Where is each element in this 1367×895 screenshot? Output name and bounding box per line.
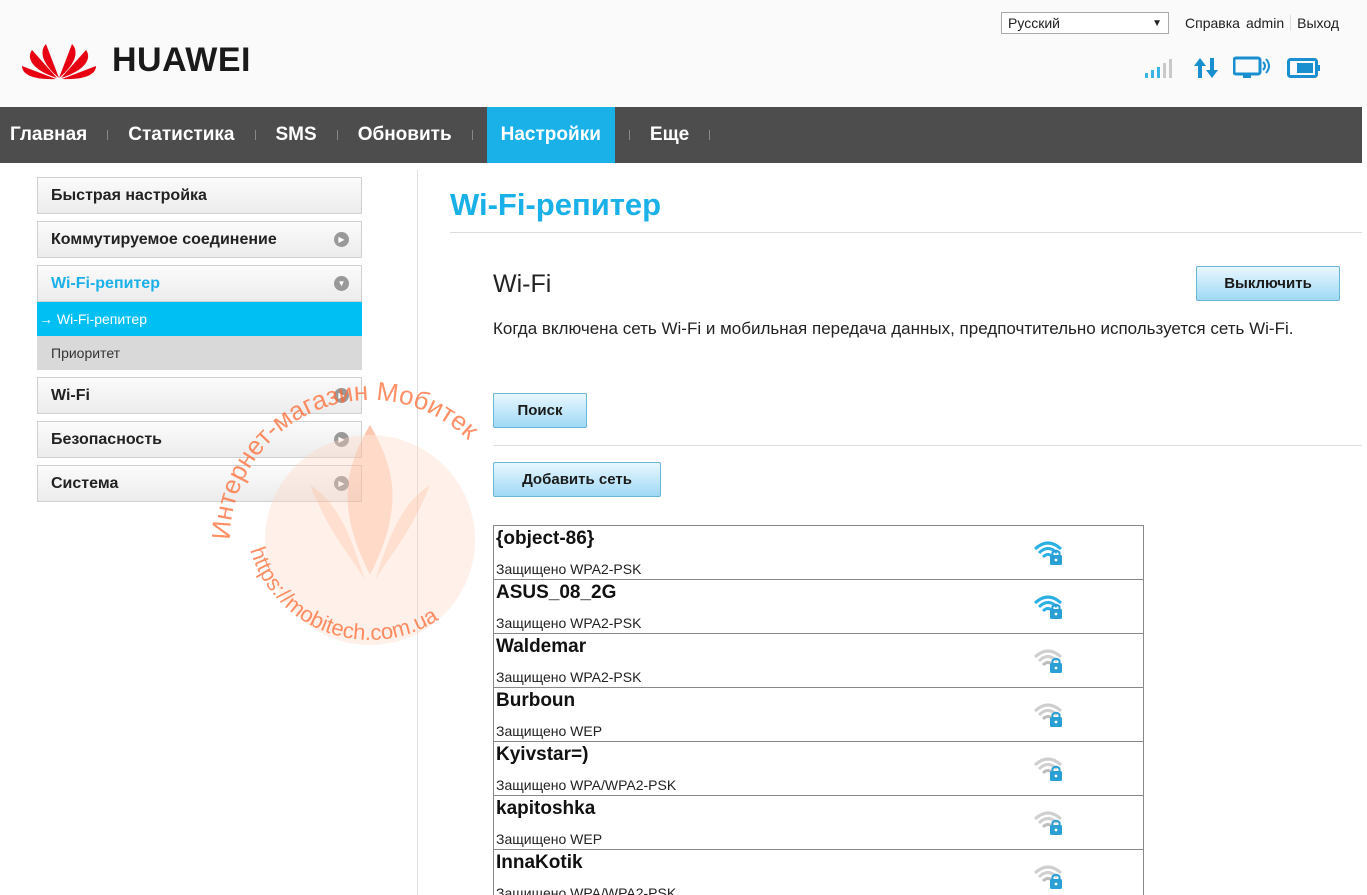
wifi-lock-icon bbox=[1033, 645, 1067, 680]
chevron-right-icon: ▶ bbox=[334, 476, 349, 491]
sidebar-item-quick-setup[interactable]: Быстрая настройка bbox=[37, 177, 362, 214]
svg-text:https://mobitech.com.ua: https://mobitech.com.ua bbox=[245, 543, 442, 645]
chevron-right-icon: ▶ bbox=[334, 388, 349, 403]
network-list: {object-86} Защищено WPA2-PSK ASUS_08_2G За… bbox=[493, 525, 1144, 895]
sidebar-item-label: Безопасность bbox=[51, 430, 162, 448]
network-ssid: Burboun bbox=[496, 690, 576, 711]
network-ssid: Waldemar bbox=[496, 636, 587, 657]
huawei-logo[interactable]: HUAWEI bbox=[18, 40, 251, 80]
sidebar-item-wifi-repeater[interactable]: Wi-Fi-репитер ▼ bbox=[37, 265, 362, 302]
network-row[interactable]: ASUS_08_2G Защищено WPA2-PSK bbox=[494, 580, 1143, 634]
network-row[interactable]: {object-86} Защищено WPA2-PSK bbox=[494, 526, 1143, 580]
main-nav: Главная Статистика SMS Обновить Настройк… bbox=[0, 107, 1362, 163]
section-divider bbox=[493, 445, 1362, 446]
network-ssid: {object-86} bbox=[496, 528, 595, 549]
wifi-lock-icon bbox=[1033, 699, 1067, 734]
search-button[interactable]: Поиск bbox=[493, 393, 587, 428]
network-row[interactable]: InnaKotik Защищено WPA/WPA2-PSK bbox=[494, 850, 1143, 895]
nav-settings[interactable]: Настройки bbox=[486, 107, 615, 163]
sidebar-item-wifi[interactable]: Wi-Fi ▶ bbox=[37, 377, 362, 414]
user-link[interactable]: admin bbox=[1246, 15, 1284, 31]
network-security: Защищено WEP bbox=[496, 723, 603, 739]
network-security: Защищено WPA2-PSK bbox=[496, 669, 642, 685]
network-row[interactable]: Burboun Защищено WEP bbox=[494, 688, 1143, 742]
nav-more[interactable]: Еще bbox=[644, 107, 695, 163]
network-ssid: InnaKotik bbox=[496, 852, 583, 873]
nav-separator bbox=[254, 130, 256, 140]
nav-separator bbox=[628, 130, 630, 140]
header: HUAWEI Русский ▼ Справка admin Выход bbox=[0, 0, 1367, 107]
settings-sidebar: Быстрая настройка Коммутируемое соединен… bbox=[37, 177, 362, 509]
status-icons bbox=[1145, 56, 1321, 85]
nav-update[interactable]: Обновить bbox=[352, 107, 458, 163]
sidebar-subitem-priority[interactable]: Приоритет bbox=[37, 336, 362, 370]
turn-off-button[interactable]: Выключить bbox=[1196, 266, 1340, 301]
network-security: Защищено WPA2-PSK bbox=[496, 615, 642, 631]
add-network-button[interactable]: Добавить сеть bbox=[493, 462, 661, 497]
watermark-bottom-text: https://mobitech.com.ua bbox=[245, 543, 442, 645]
wifi-display-icon bbox=[1232, 56, 1273, 85]
wifi-lock-icon bbox=[1033, 807, 1067, 842]
wifi-lock-icon bbox=[1033, 753, 1067, 788]
wifi-lock-icon bbox=[1033, 861, 1067, 895]
language-value: Русский bbox=[1008, 15, 1060, 31]
nav-sms[interactable]: SMS bbox=[270, 107, 323, 163]
description-text: Когда включена сеть Wi-Fi и мобильная пе… bbox=[493, 319, 1294, 338]
huawei-petal-icon bbox=[22, 44, 96, 80]
network-ssid: Kyivstar=) bbox=[496, 744, 589, 765]
network-ssid: ASUS_08_2G bbox=[496, 582, 617, 603]
top-bar: Русский ▼ Справка admin Выход bbox=[1001, 12, 1339, 34]
network-row[interactable]: Kyivstar=) Защищено WPA/WPA2-PSK bbox=[494, 742, 1143, 796]
content-divider bbox=[417, 170, 418, 895]
brand-name: HUAWEI bbox=[112, 40, 251, 79]
network-security: Защищено WPA/WPA2-PSK bbox=[496, 777, 677, 793]
wifi-lock-icon bbox=[1033, 537, 1067, 572]
page-title: Wi-Fi-репитер bbox=[450, 187, 662, 222]
logout-link[interactable]: Выход bbox=[1290, 15, 1339, 31]
nav-home[interactable]: Главная bbox=[4, 107, 93, 163]
network-security: Защищено WPA2-PSK bbox=[496, 561, 642, 577]
network-row[interactable]: Waldemar Защищено WPA2-PSK bbox=[494, 634, 1143, 688]
chevron-right-icon: ▶ bbox=[334, 232, 349, 247]
sidebar-item-label: Wi-Fi bbox=[51, 386, 90, 404]
chevron-down-icon: ▼ bbox=[334, 276, 349, 291]
dropdown-arrow-icon: ▼ bbox=[1152, 17, 1163, 29]
nav-separator bbox=[107, 130, 109, 140]
section-title: Wi-Fi bbox=[493, 270, 552, 298]
sidebar-item-label: Wi-Fi-репитер bbox=[51, 274, 160, 292]
sidebar-item-security[interactable]: Безопасность ▶ bbox=[37, 421, 362, 458]
sidebar-item-label: Коммутируемое соединение bbox=[51, 230, 277, 248]
signal-strength-icon bbox=[1145, 58, 1179, 83]
sidebar-item-dialup[interactable]: Коммутируемое соединение ▶ bbox=[37, 221, 362, 258]
nav-separator bbox=[471, 130, 473, 140]
help-link[interactable]: Справка bbox=[1185, 15, 1240, 31]
wifi-lock-icon bbox=[1033, 591, 1067, 626]
sidebar-item-system[interactable]: Система ▶ bbox=[37, 465, 362, 502]
sidebar-subitem-wifi-repeater[interactable]: → Wi-Fi-репитер bbox=[37, 302, 362, 336]
sidebar-item-label: Система bbox=[51, 474, 119, 492]
nav-separator bbox=[709, 130, 711, 140]
battery-icon bbox=[1287, 57, 1321, 84]
language-select[interactable]: Русский ▼ bbox=[1001, 12, 1170, 34]
network-security: Защищено WPA/WPA2-PSK bbox=[496, 885, 677, 895]
network-security: Защищено WEP bbox=[496, 831, 603, 847]
data-transfer-icon bbox=[1193, 56, 1219, 85]
sidebar-item-label: Быстрая настройка bbox=[51, 186, 207, 204]
network-row[interactable]: kapitoshka Защищено WEP bbox=[494, 796, 1143, 850]
network-ssid: kapitoshka bbox=[496, 798, 596, 819]
chevron-right-icon: ▶ bbox=[334, 432, 349, 447]
nav-separator bbox=[336, 130, 338, 140]
title-divider bbox=[450, 232, 1362, 233]
nav-statistics[interactable]: Статистика bbox=[122, 107, 240, 163]
